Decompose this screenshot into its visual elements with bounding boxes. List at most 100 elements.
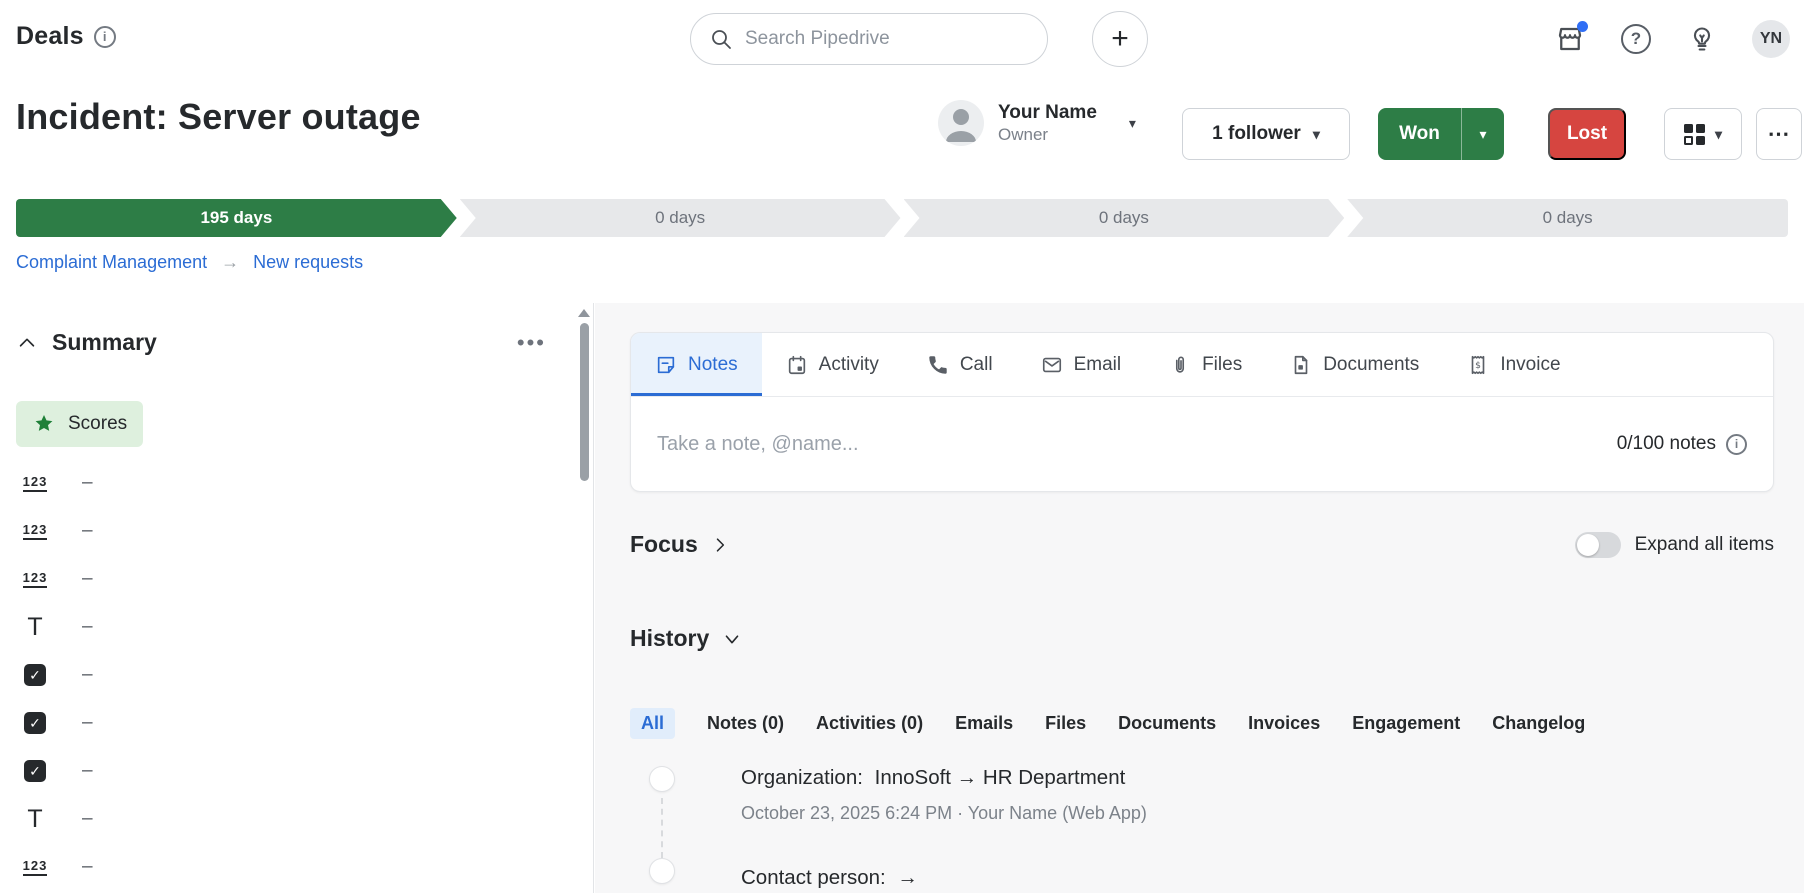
global-search[interactable] [690,13,1048,65]
summary-field-row[interactable]: ✓ – [18,651,418,699]
quick-add-button[interactable]: + [1092,11,1148,67]
arrow-right-icon: → [221,252,240,272]
filter-all[interactable]: All [630,708,676,739]
filter-changelog[interactable]: Changelog [1492,713,1585,734]
summary-section-title: Summary [52,329,157,355]
followers-label: 1 follower [1212,123,1301,144]
scroll-up-arrow-icon[interactable] [578,309,590,317]
won-dropdown-button[interactable]: ▾ [1462,108,1504,160]
chevron-down-icon[interactable] [721,628,743,650]
entry-value: → [897,866,918,889]
note-input[interactable] [657,432,1597,456]
won-button[interactable]: Won [1378,108,1462,160]
filter-notes[interactable]: Notes (0) [707,713,784,734]
owner-role: Owner [998,125,1049,145]
timeline-connector [661,798,663,858]
numeric-field-icon: 123 [22,570,48,588]
notification-dot [1577,21,1588,32]
focus-title: Focus [630,531,698,557]
field-value: – [82,664,93,685]
filter-engagement[interactable]: Engagement [1352,713,1460,734]
entry-meta: October 23, 2025 6:24 PM · Your Name (We… [741,803,1147,823]
summary-sidebar: Summary ••• Scores 123 – 123 – 123 – T –… [0,303,594,893]
tab-notes[interactable]: Notes [631,333,762,396]
filter-files[interactable]: Files [1045,713,1086,734]
sidebar-scrollbar[interactable] [577,307,591,889]
chevron-down-icon[interactable]: ▾ [1129,115,1136,132]
pipeline-stage-bar: 195 days 0 days 0 days 0 days [16,199,1788,237]
lost-button[interactable]: Lost [1548,108,1626,160]
summary-field-row[interactable]: 123 – [18,555,418,603]
tab-files[interactable]: Files [1145,333,1266,396]
note-icon [657,356,675,373]
timeline-dot-icon [649,766,675,792]
note-counter: 0/100 notes [1616,433,1716,454]
user-avatar[interactable]: YN [1752,20,1790,58]
expand-all-label: Expand all items [1634,533,1774,555]
won-split-button: Won ▾ [1378,108,1504,160]
field-value: – [82,712,93,733]
deal-owner[interactable]: Your Name Owner ▾ [938,100,1136,146]
history-entry[interactable]: Organization: InnoSoft → HR Department O… [741,766,1147,824]
checkbox-field-icon: ✓ [24,712,46,734]
history-section-header: History [630,625,743,652]
numeric-field-icon: 123 [22,474,48,492]
chevron-right-icon[interactable] [710,535,730,555]
deal-more-button[interactable]: ⋯ [1756,108,1802,160]
text-field-icon: T [27,804,43,833]
help-icon[interactable]: ? [1620,23,1652,55]
summary-field-row[interactable]: 123 – [18,843,418,891]
filter-activities[interactable]: Activities (0) [816,713,923,734]
chevron-up-icon[interactable] [16,332,38,354]
info-icon[interactable]: i [93,25,116,48]
summary-field-row[interactable]: 123 – [18,459,418,507]
scores-label: Scores [68,413,128,434]
owner-name: Your Name [998,101,1097,123]
summary-field-row[interactable]: ✓ – [18,699,418,747]
calendar-icon [788,355,805,374]
envelope-icon [1042,357,1061,372]
marketplace-icon[interactable] [1554,21,1588,55]
document-icon [1294,355,1308,374]
numeric-field-icon: 123 [22,858,48,876]
pipeline-stage[interactable]: 0 days [1347,199,1788,237]
pipeline-stage[interactable]: 0 days [904,199,1345,237]
text-field-icon: T [27,612,43,641]
info-icon[interactable]: i [1726,433,1747,455]
breadcrumb-stage-link[interactable]: New requests [253,252,363,273]
layout-view-button[interactable]: ▾ [1664,108,1742,160]
numeric-field-icon: 123 [22,522,48,540]
owner-avatar-icon [938,100,984,146]
tab-invoice[interactable]: $ Invoice [1443,333,1584,396]
breadcrumb-pipeline-link[interactable]: Complaint Management [16,252,207,273]
top-bar: Deals i + ? YN [0,0,1804,78]
summary-field-row[interactable]: T – [18,603,418,651]
content-area: Summary ••• Scores 123 – 123 – 123 – T –… [0,303,1804,893]
deal-title: Incident: Server outage [16,96,421,137]
followers-button[interactable]: 1 follower ▾ [1182,108,1350,160]
grid-icon [1683,123,1705,145]
tab-call[interactable]: Call [903,333,1017,396]
expand-all-toggle[interactable] [1574,531,1621,558]
star-icon [35,415,53,431]
search-input[interactable] [745,28,1029,50]
summary-field-row[interactable]: ✓ – [18,747,418,795]
summary-field-row[interactable]: T – [18,795,418,843]
svg-text:$: $ [1475,360,1481,371]
app-section: Deals i [16,22,116,51]
filter-invoices[interactable]: Invoices [1248,713,1320,734]
phone-icon [929,355,947,374]
pipeline-stage[interactable]: 0 days [460,199,901,237]
history-entry[interactable]: Contact person: → [741,866,918,890]
summary-more-button[interactable]: ••• [517,330,546,356]
tab-documents[interactable]: Documents [1266,333,1443,396]
summary-field-row[interactable]: 123 – [18,507,418,555]
lightbulb-icon[interactable] [1686,23,1718,55]
filter-documents[interactable]: Documents [1118,713,1216,734]
scores-badge[interactable]: Scores [16,401,144,447]
filter-emails[interactable]: Emails [955,713,1013,734]
tab-activity[interactable]: Activity [762,333,903,396]
scrollbar-thumb[interactable] [579,323,589,481]
pipeline-stage[interactable]: 195 days [16,199,457,237]
tab-email[interactable]: Email [1017,333,1146,396]
